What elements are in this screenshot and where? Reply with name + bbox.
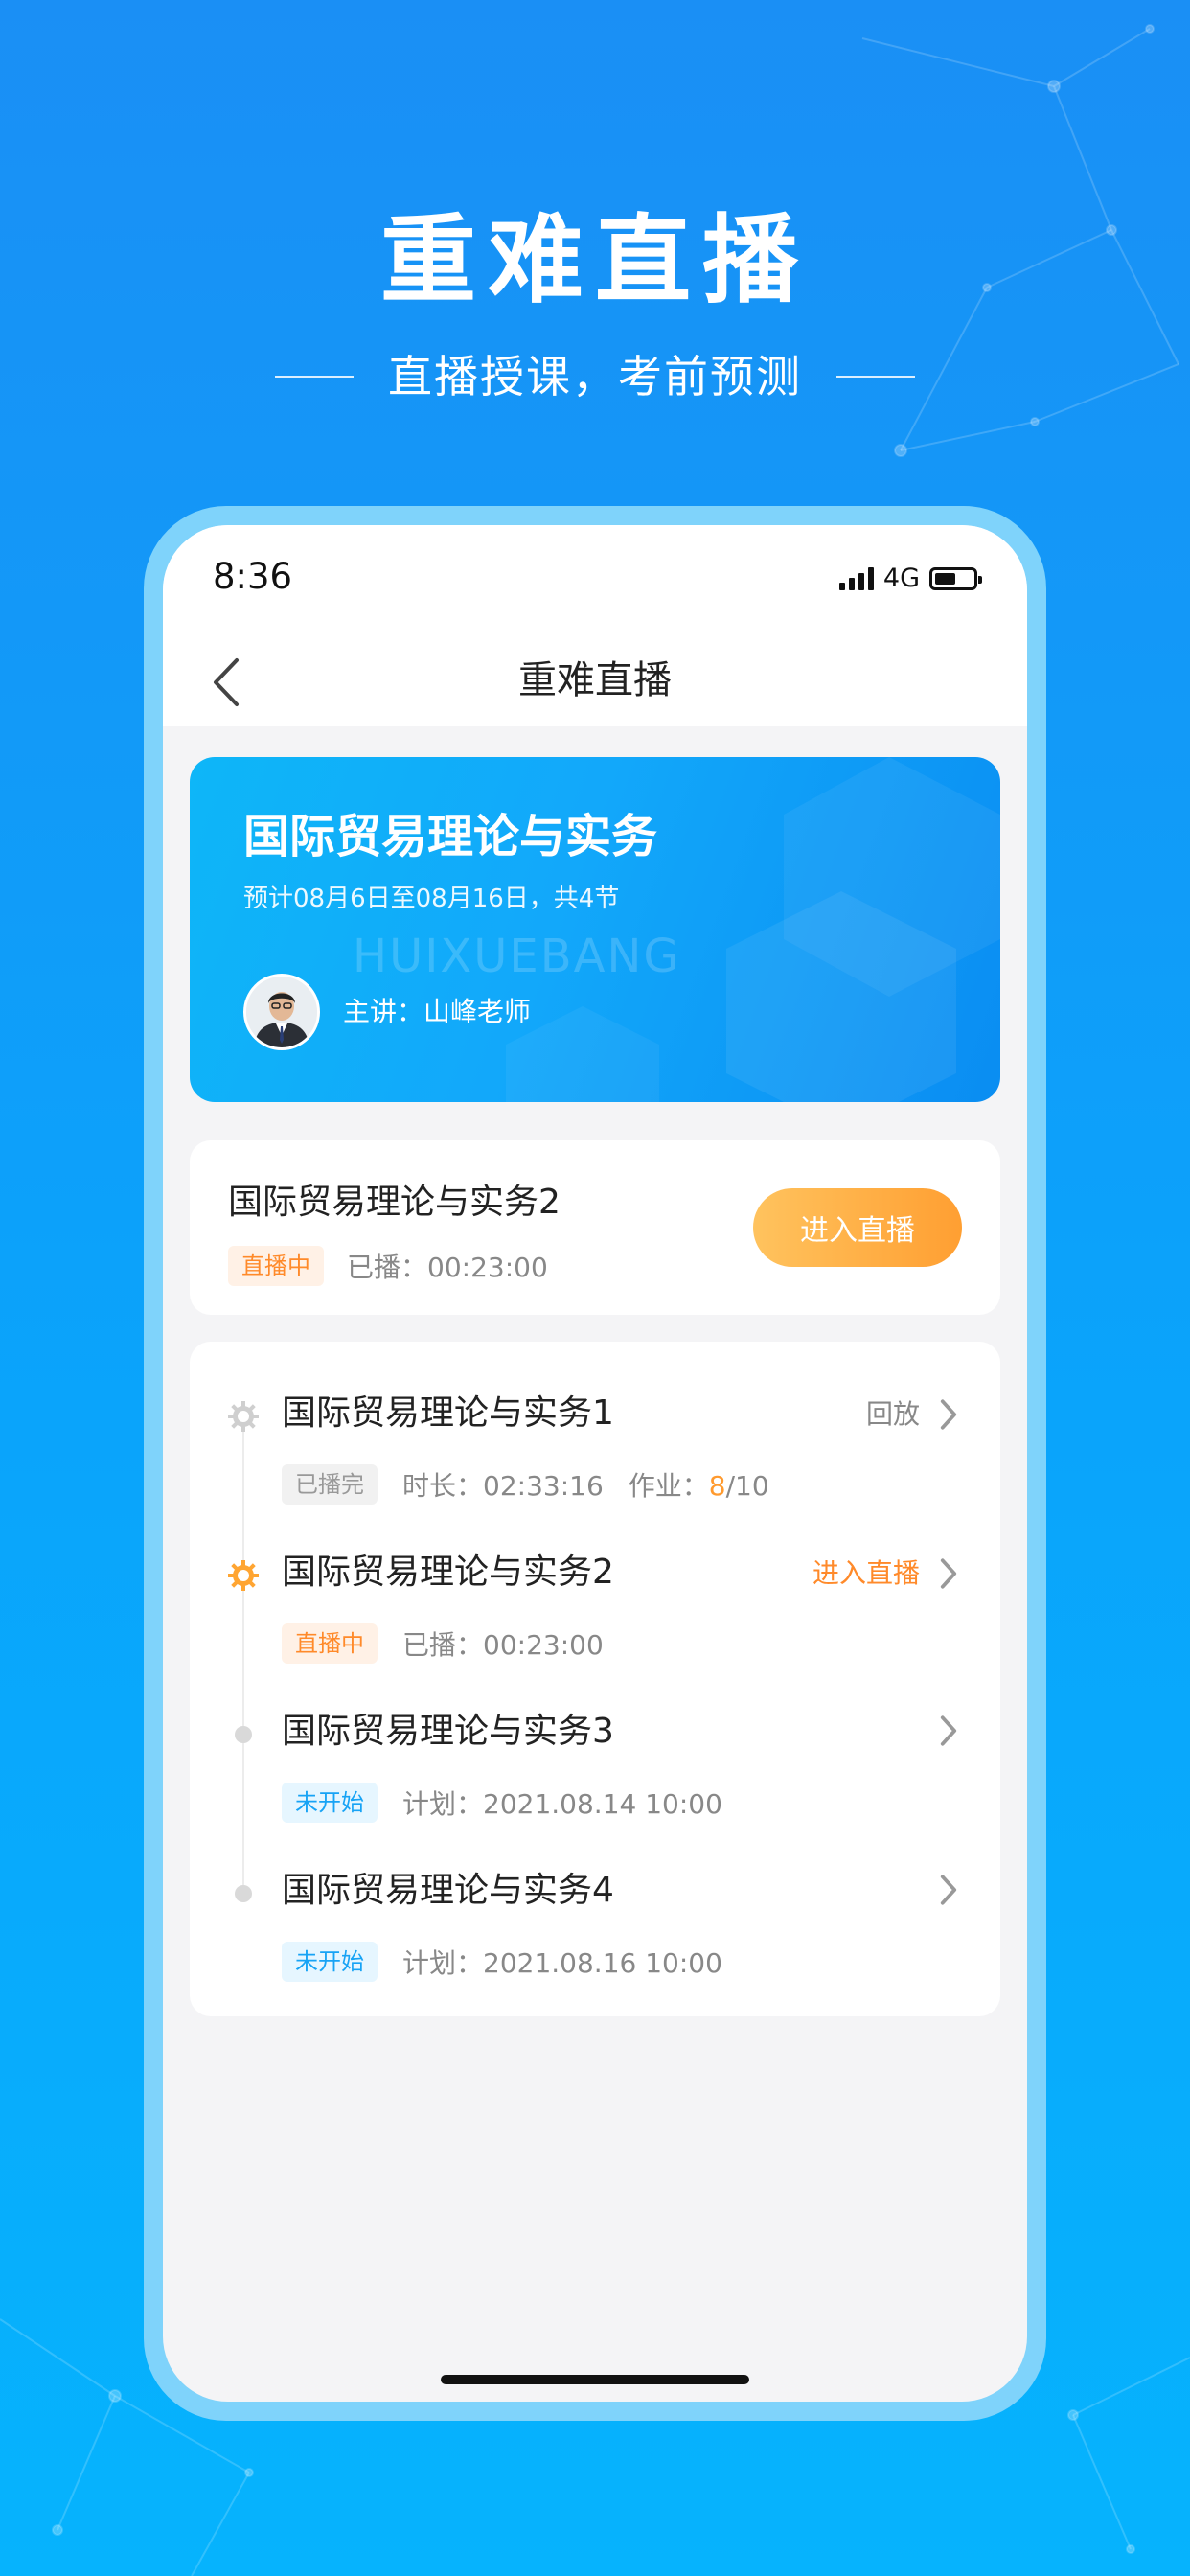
- lesson-meta: 未开始 计划：2021.08.16 10:00: [282, 1942, 722, 1982]
- battery-icon: [929, 566, 982, 590]
- homework-total: /10: [725, 1470, 769, 1502]
- promo-title: 重难直播: [380, 204, 810, 316]
- page-title: 重难直播: [518, 658, 672, 702]
- status-badge: 未开始: [282, 1782, 378, 1823]
- status-badge: 未开始: [282, 1942, 378, 1982]
- pending-node-icon: [226, 1717, 261, 1752]
- chevron-right-icon: [940, 1399, 957, 1430]
- lesson-meta: 已播完 时长：02:33:16 作业：8/10: [282, 1464, 769, 1505]
- played-duration: 已播：00:23:00: [347, 1252, 548, 1283]
- status-bar: 8:36 4G: [163, 525, 1027, 631]
- lesson-list: 国际贸易理论与实务1 已播完 时长：02:33:16 作业：8/10 回放 国际…: [190, 1342, 1000, 2016]
- status-badge: 已播完: [282, 1464, 378, 1505]
- homework-label: 作业：: [628, 1470, 709, 1502]
- promo-subtitle-text: 直播授课，考前预测: [388, 351, 802, 402]
- subtitle-right-dash: [836, 376, 915, 378]
- network-type: 4G: [882, 564, 920, 593]
- homework-done: 8: [708, 1470, 726, 1502]
- lesson-meta: 未开始 计划：2021.08.14 10:00: [282, 1782, 722, 1823]
- lesson-title: 国际贸易理论与实务2: [282, 1552, 614, 1592]
- phone-screen: 8:36 4G 重难直播 国际贸易理论与实务 预计08月6日至08月16日，共4…: [163, 525, 1027, 2402]
- subtitle-left-dash: [275, 376, 354, 378]
- lesson-detail-link[interactable]: [939, 1714, 958, 1748]
- home-indicator[interactable]: [441, 2375, 749, 2384]
- status-badge: 直播中: [282, 1623, 378, 1664]
- enter-live-label: 进入直播: [812, 1557, 920, 1589]
- nav-bar: 重难直播: [163, 631, 1027, 726]
- status-badge: 直播中: [228, 1246, 324, 1286]
- promo-subtitle: 直播授课，考前预测: [0, 343, 1190, 410]
- lesson-title: 国际贸易理论与实务4: [282, 1871, 614, 1910]
- lesson-title: 国际贸易理论与实务1: [282, 1393, 614, 1433]
- live-lesson-title: 国际贸易理论与实务2: [228, 1183, 561, 1222]
- course-schedule: 预计08月6日至08月16日，共4节: [243, 885, 620, 913]
- replay-link[interactable]: 回放: [866, 1395, 958, 1434]
- live-meta: 直播中 已播：00:23:00: [228, 1246, 548, 1286]
- status-time: 8:36: [213, 556, 293, 597]
- lesson-title: 国际贸易理论与实务3: [282, 1712, 614, 1751]
- live-now-card: 国际贸易理论与实务2 直播中 已播：00:23:00 进入直播: [190, 1140, 1000, 1315]
- replay-label: 回放: [865, 1398, 920, 1430]
- live-node-icon: [226, 1558, 261, 1593]
- course-banner: 国际贸易理论与实务 预计08月6日至08月16日，共4节 HUIXUEBANG …: [190, 757, 1000, 1102]
- completed-node-icon: [226, 1399, 261, 1434]
- planned-time: 计划：2021.08.16 10:00: [402, 1947, 722, 1979]
- battery-level: [935, 572, 955, 585]
- enter-live-button[interactable]: 进入直播: [753, 1188, 962, 1267]
- lesson-duration: 时长：02:33:16: [402, 1470, 604, 1502]
- list-item[interactable]: 国际贸易理论与实务3 未开始 计划：2021.08.14 10:00: [190, 1687, 1000, 1830]
- enter-live-link[interactable]: 进入直播: [812, 1554, 958, 1593]
- list-item[interactable]: 国际贸易理论与实务2 直播中 已播：00:23:00 进入直播: [190, 1528, 1000, 1671]
- chevron-right-icon: [940, 1558, 957, 1589]
- chevron-right-icon: [940, 1715, 957, 1746]
- lecturer-avatar: [243, 974, 320, 1050]
- list-item[interactable]: 国际贸易理论与实务1 已播完 时长：02:33:16 作业：8/10 回放: [190, 1368, 1000, 1512]
- status-indicators: 4G: [838, 564, 982, 593]
- played-duration: 已播：00:23:00: [402, 1629, 604, 1661]
- list-item[interactable]: 国际贸易理论与实务4 未开始 计划：2021.08.16 10:00: [190, 1846, 1000, 1990]
- lecturer-name: 主讲：山峰老师: [343, 996, 532, 1027]
- signal-icon: [838, 566, 874, 590]
- watermark: HUIXUEBANG: [353, 930, 681, 983]
- course-title: 国际贸易理论与实务: [243, 810, 658, 863]
- pending-node-icon: [226, 1876, 261, 1911]
- planned-time: 计划：2021.08.14 10:00: [402, 1788, 722, 1820]
- avatar-portrait: [246, 977, 317, 1047]
- homework-progress: 作业：8/10: [629, 1465, 769, 1504]
- lesson-detail-link[interactable]: [939, 1873, 958, 1907]
- lesson-meta: 直播中 已播：00:23:00: [282, 1623, 604, 1664]
- chevron-right-icon: [940, 1874, 957, 1905]
